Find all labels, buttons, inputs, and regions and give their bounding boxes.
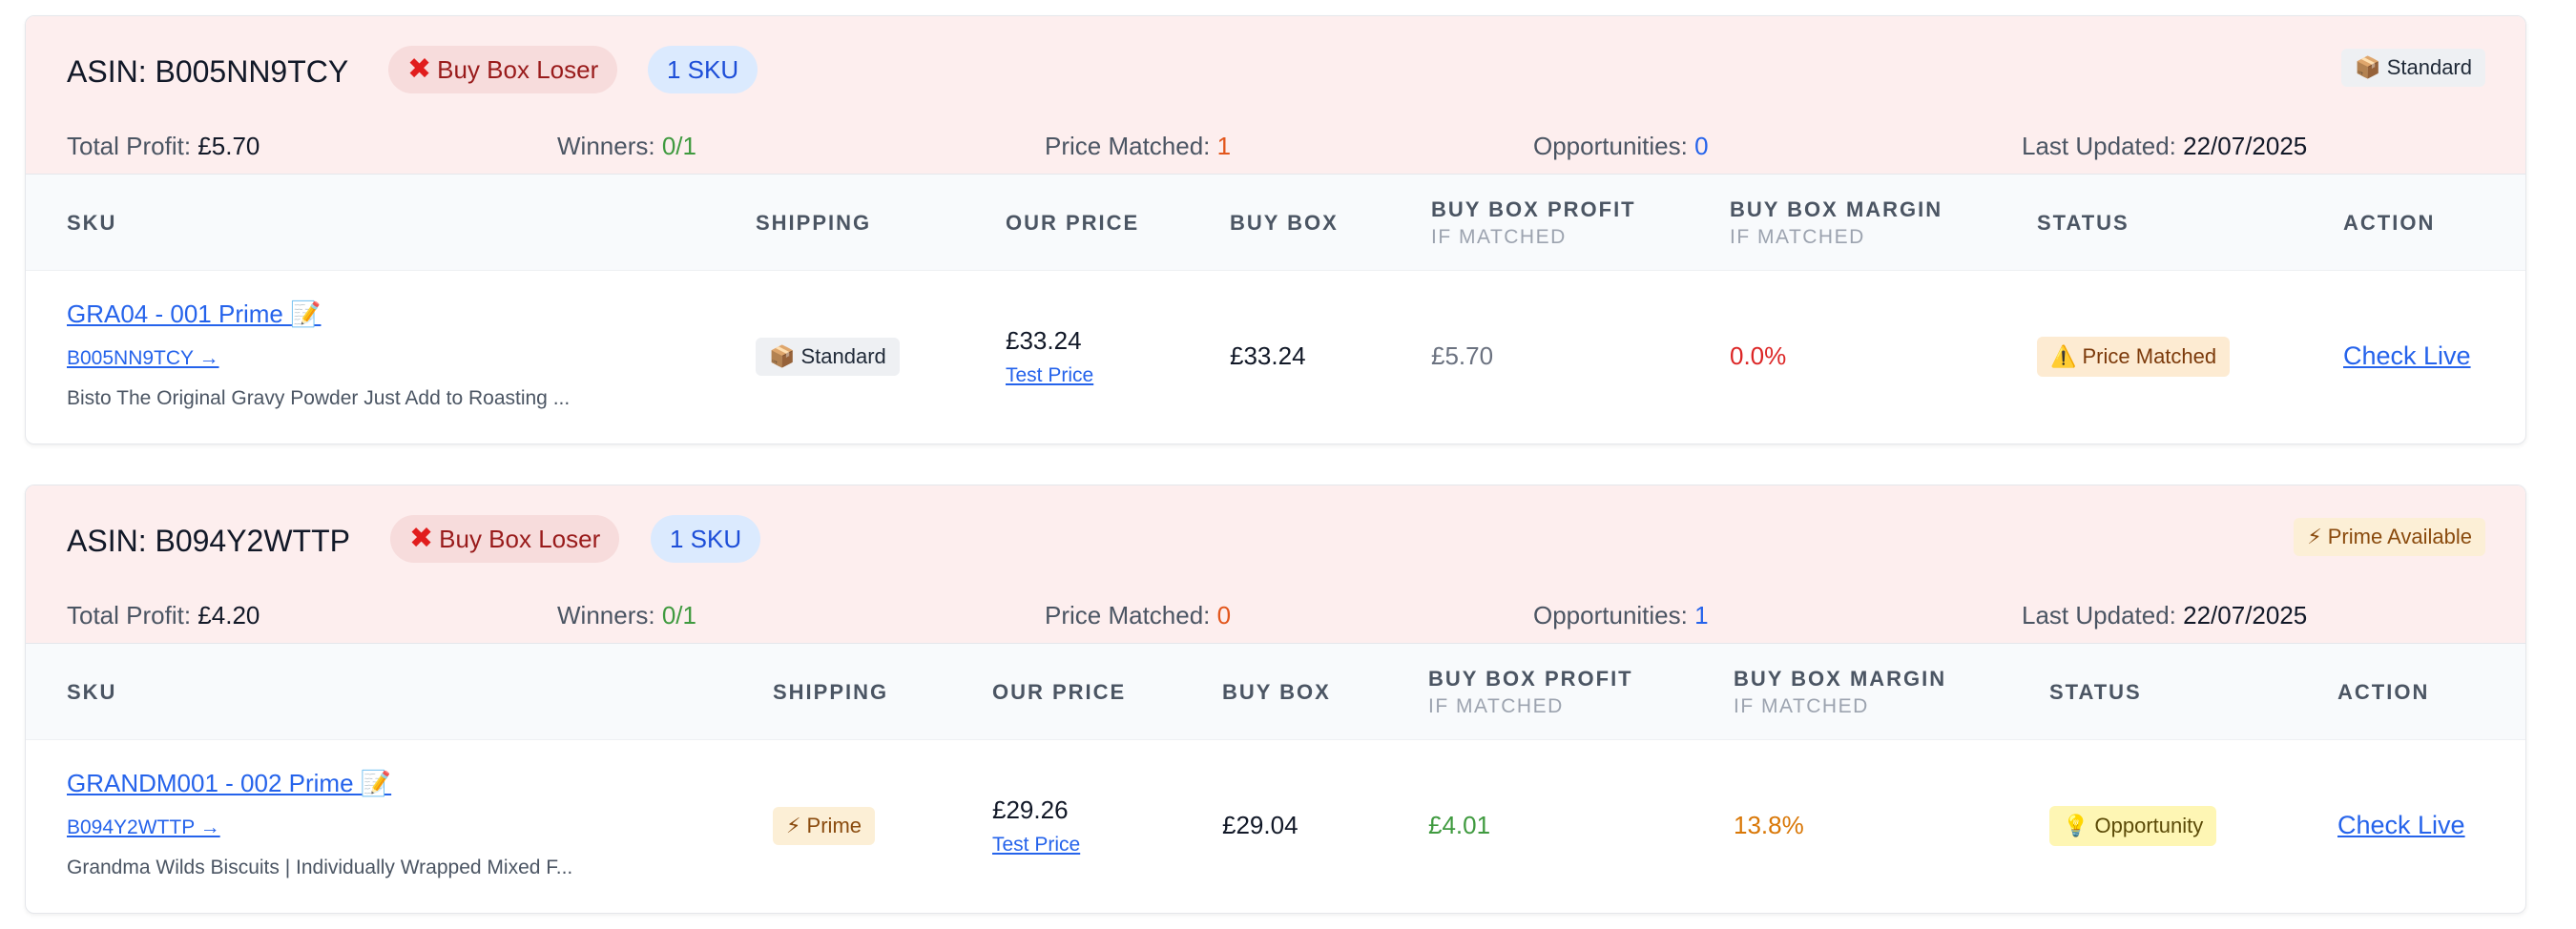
shipping-type-tag: 📦 Standard	[2341, 49, 2485, 87]
column-header-status: STATUS	[2049, 680, 2142, 704]
table-row: GRA04 - 001 Prime 📝 B005NN9TCY → Bisto T…	[26, 271, 2525, 443]
status-badge: 💡 Opportunity	[2049, 806, 2217, 846]
bb-profit-value: £4.01	[1428, 811, 1491, 839]
our-price: £29.26	[992, 795, 1069, 824]
column-header-bb-profit: BUY BOX PROFIT IF MATCHED	[1428, 667, 1633, 717]
asin-card: ASIN: B005NN9TCY ✖ Buy Box Loser 1 SKU 📦 …	[25, 15, 2526, 444]
column-header-buy-box: BUY BOX	[1230, 211, 1339, 235]
check-live-link[interactable]: Check Live	[2343, 341, 2471, 371]
opportunities-stat: Opportunities: 1	[1533, 601, 1709, 630]
column-header-our-price: OUR PRICE	[992, 680, 1127, 704]
close-icon: ✖	[409, 523, 434, 554]
asin-card: ASIN: B094Y2WTTP ✖ Buy Box Loser 1 SKU ⚡ …	[25, 485, 2526, 914]
total-profit-stat: Total Profit: £4.20	[67, 601, 260, 630]
column-header-bb-margin: BUY BOX MARGIN IF MATCHED	[1734, 667, 1947, 717]
column-header-sku: SKU	[67, 680, 117, 704]
shipping-badge: ⚡ Prime	[773, 807, 876, 845]
table-row: GRANDM001 - 002 Prime 📝 B094Y2WTTP → Gra…	[26, 740, 2525, 912]
close-icon: ✖	[407, 53, 432, 85]
bb-margin-value: 13.8%	[1734, 811, 1804, 839]
product-description: Bisto The Original Gravy Powder Just Add…	[67, 387, 571, 409]
asin-link[interactable]: B094Y2WTTP →	[67, 816, 220, 839]
product-description: Grandma Wilds Biscuits | Individually Wr…	[67, 857, 573, 878]
table-header: SKU SHIPPING OUR PRICE BUY BOX BUY BOX P…	[26, 175, 2525, 271]
column-header-bb-margin: BUY BOX MARGIN IF MATCHED	[1730, 197, 1943, 248]
buy-box-loser-badge: ✖ Buy Box Loser	[388, 46, 618, 93]
asin-link[interactable]: B005NN9TCY →	[67, 347, 219, 370]
bb-margin-value: 0.0%	[1730, 341, 1787, 370]
buy-box-price: £29.04	[1222, 811, 1298, 839]
table-header: SKU SHIPPING OUR PRICE BUY BOX BUY BOX P…	[26, 644, 2525, 740]
asin-title: ASIN: B094Y2WTTP	[67, 524, 350, 558]
sku-count-badge: 1 SKU	[651, 515, 761, 563]
status-badge: ⚠️ Price Matched	[2037, 337, 2231, 377]
column-header-sku: SKU	[67, 211, 117, 235]
column-header-status: STATUS	[2037, 211, 2129, 235]
column-header-our-price: OUR PRICE	[1006, 211, 1140, 235]
bb-profit-value: £5.70	[1431, 341, 1494, 370]
buy-box-loser-badge: ✖ Buy Box Loser	[390, 515, 620, 563]
sku-count-badge: 1 SKU	[648, 46, 758, 93]
sku-link[interactable]: GRA04 - 001 Prime 📝	[67, 299, 321, 329]
winners-stat: Winners: 0/1	[557, 132, 696, 160]
price-matched-stat: Price Matched: 0	[1045, 601, 1232, 630]
column-header-shipping: SHIPPING	[773, 680, 889, 704]
opportunities-stat: Opportunities: 0	[1533, 132, 1709, 160]
summary-stats: Total Profit: £4.20 Winners: 0/1 Price M…	[26, 598, 2525, 632]
shipping-type-tag: ⚡ Prime Available	[2294, 518, 2485, 556]
test-price-link[interactable]: Test Price	[1006, 364, 1093, 387]
column-header-bb-profit: BUY BOX PROFIT IF MATCHED	[1431, 197, 1636, 248]
last-updated-stat: Last Updated: 22/07/2025	[2022, 132, 2308, 160]
asin-title: ASIN: B005NN9TCY	[67, 54, 349, 89]
asin-card-header: ASIN: B094Y2WTTP ✖ Buy Box Loser 1 SKU ⚡ …	[26, 485, 2525, 644]
summary-stats: Total Profit: £5.70 Winners: 0/1 Price M…	[26, 129, 2525, 163]
check-live-link[interactable]: Check Live	[2337, 811, 2465, 840]
total-profit-stat: Total Profit: £5.70	[67, 132, 260, 160]
buy-box-price: £33.24	[1230, 341, 1306, 370]
test-price-link[interactable]: Test Price	[992, 834, 1080, 857]
last-updated-stat: Last Updated: 22/07/2025	[2022, 601, 2308, 630]
column-header-action: ACTION	[2343, 211, 2436, 235]
asin-card-header: ASIN: B005NN9TCY ✖ Buy Box Loser 1 SKU 📦 …	[26, 16, 2525, 175]
column-header-shipping: SHIPPING	[756, 211, 872, 235]
shipping-badge: 📦 Standard	[756, 338, 900, 376]
column-header-buy-box: BUY BOX	[1222, 680, 1331, 704]
winners-stat: Winners: 0/1	[557, 601, 696, 630]
sku-link[interactable]: GRANDM001 - 002 Prime 📝	[67, 769, 391, 798]
price-matched-stat: Price Matched: 1	[1045, 132, 1232, 160]
our-price: £33.24	[1006, 326, 1082, 355]
column-header-action: ACTION	[2337, 680, 2430, 704]
